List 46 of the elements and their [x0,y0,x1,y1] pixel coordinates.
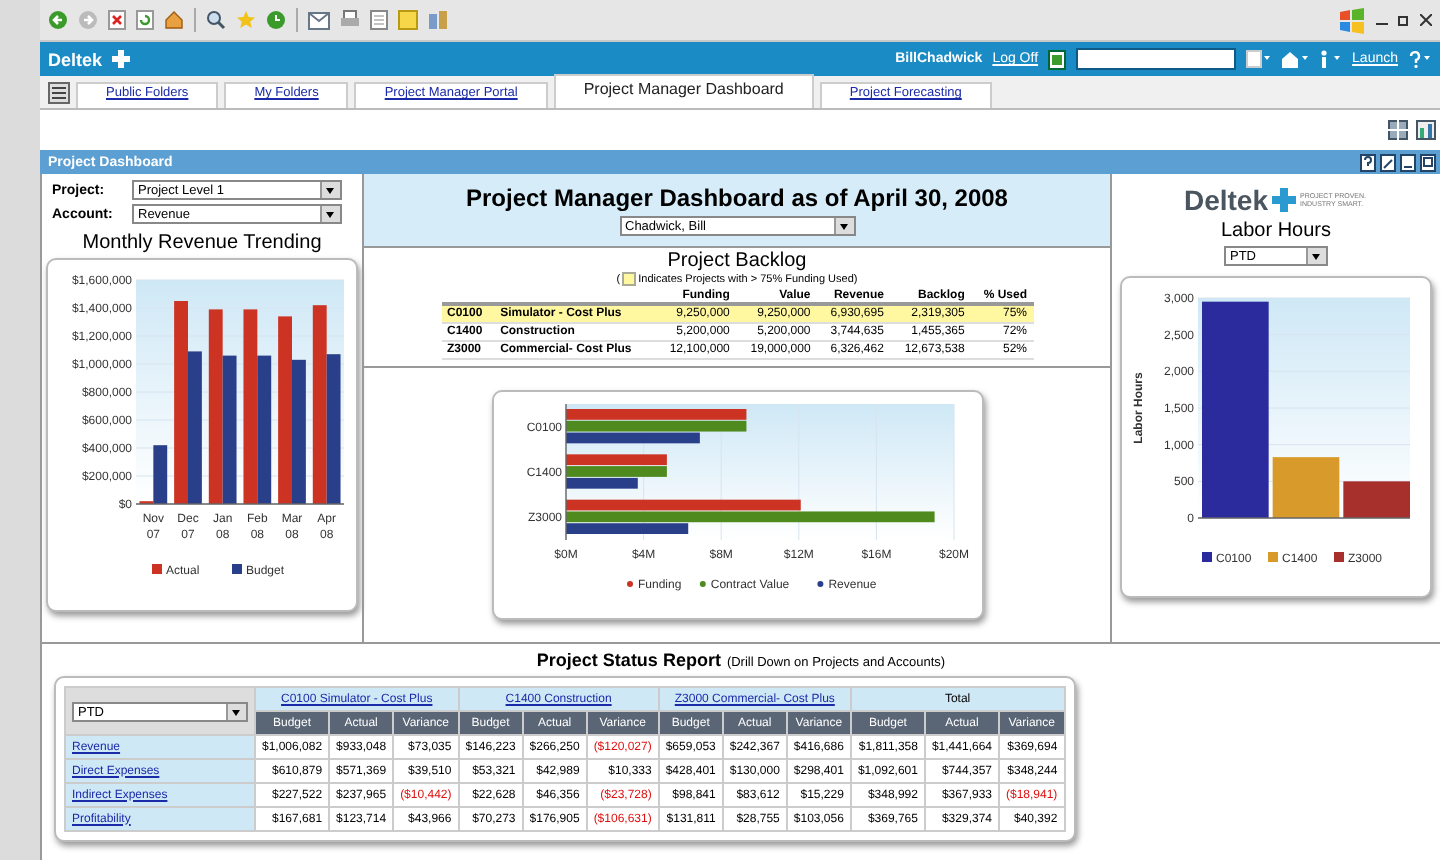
search-icon[interactable] [206,10,226,30]
print-icon[interactable] [340,10,360,30]
maximize-icon[interactable] [1420,153,1436,171]
stop-icon[interactable] [108,10,126,30]
home-icon[interactable] [164,10,184,30]
chart-title: Labor Hours [1220,220,1332,242]
deltek-logo[interactable]: Deltek [48,49,103,69]
legend-dot [626,581,632,587]
tab[interactable]: Project Manager Dashboard [553,74,814,108]
star-icon[interactable] [236,10,256,30]
chart-icon[interactable] [1416,120,1436,140]
report-title: Project Status Report [536,650,721,670]
search-field[interactable] [1076,48,1237,70]
back-icon[interactable] [48,10,68,30]
home-icon[interactable] [1280,50,1309,68]
info-icon[interactable] [1318,50,1343,68]
bar [1343,481,1410,518]
legend-swatch [1202,552,1212,562]
legend-swatch [1268,552,1278,562]
page-icon[interactable] [1048,49,1067,69]
edit-icon[interactable] [1380,153,1396,171]
mail-icon[interactable] [308,11,330,29]
search-options-icon[interactable] [1246,50,1271,68]
highlight-legend-icon [622,272,637,286]
page-icon[interactable] [370,10,388,30]
portal-icon[interactable] [48,81,70,103]
legend-dot [816,581,823,587]
legend-dot [698,581,705,587]
deltek-logo: Deltek [1183,184,1269,216]
dashboard-title: Project Manager Dashboard as of April 30, 2008 [466,184,1008,212]
close-icon[interactable] [1420,14,1432,26]
legend-swatch [1334,552,1344,562]
help-icon[interactable] [1360,153,1376,171]
history-icon[interactable] [266,10,286,30]
bar [1272,457,1340,518]
cross-logo-icon [1272,188,1297,212]
chart-title: Monthly Revenue Trending [82,232,322,254]
backlog-title: Project Backlog [667,250,807,272]
cross-logo-icon [112,50,131,68]
windows-logo-icon [1338,7,1366,33]
minimize-icon[interactable] [1400,153,1416,171]
legend-swatch [152,564,162,574]
legend-swatch [232,564,242,574]
refresh-icon[interactable] [136,10,154,30]
grid-icon[interactable] [1388,120,1408,140]
restore-icon[interactable] [1398,14,1410,26]
